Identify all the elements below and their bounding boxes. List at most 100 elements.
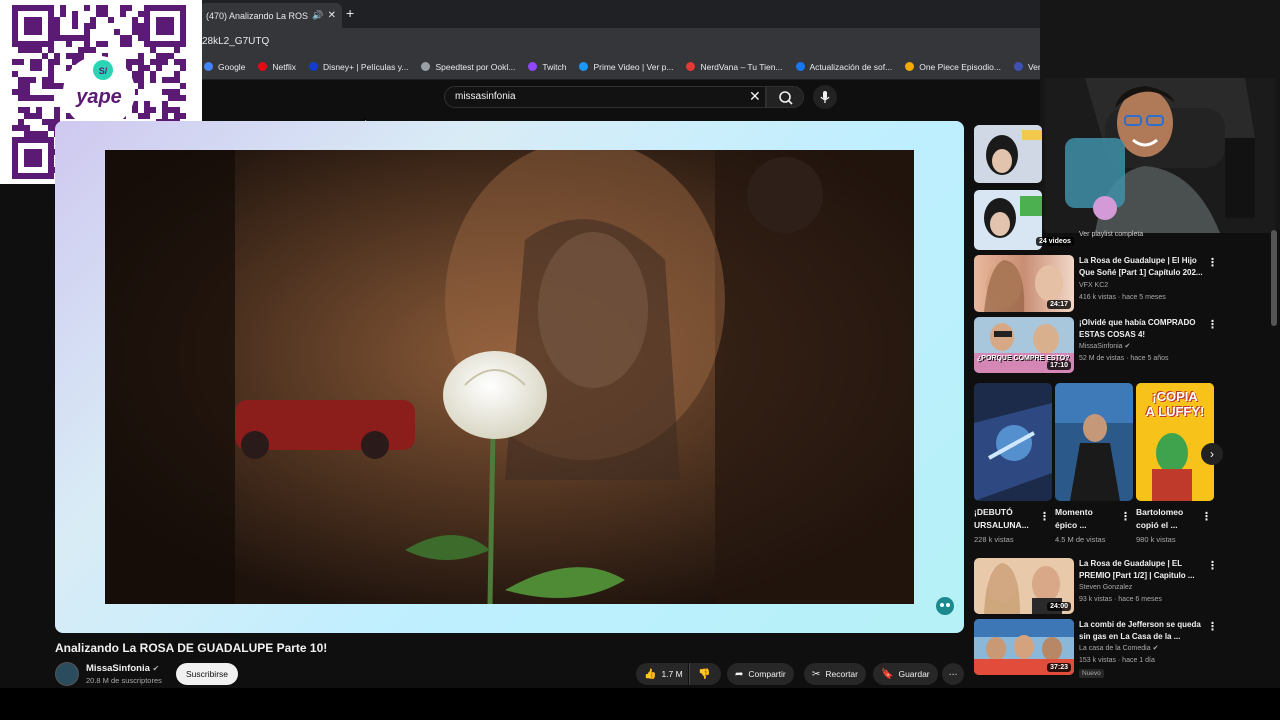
- share-label: Compartir: [748, 669, 786, 679]
- bookmark-label: Ver películas y se: [1027, 61, 1040, 72]
- shorts-next-button[interactable]: ›: [1201, 443, 1223, 465]
- bookmark-item[interactable]: NerdVana – Tu Tien...: [686, 62, 783, 72]
- short-thumbnail[interactable]: [1055, 383, 1133, 501]
- subscriber-count: 20.8 M de suscriptores: [86, 676, 162, 685]
- bookmark-favicon-icon: [795, 62, 805, 71]
- video-title-link[interactable]: La Rosa de Guadalupe | El Hijo Que Soñé […: [1079, 255, 1203, 279]
- share-icon: ➦: [735, 668, 744, 680]
- bookmark-item[interactable]: Google: [204, 62, 245, 72]
- yape-brand: yape: [75, 86, 122, 108]
- webcam-overlay: [1045, 78, 1275, 233]
- subscribe-button[interactable]: Suscribirse: [176, 663, 238, 685]
- video-frame[interactable]: [105, 150, 914, 604]
- video-thumbnail[interactable]: 37:23: [974, 619, 1074, 675]
- more-actions-button[interactable]: ⋯: [942, 663, 964, 685]
- title-line-1: Bartolomeo: [1136, 507, 1184, 517]
- bookmark-item[interactable]: Ver películas y se: [1013, 61, 1040, 72]
- channel-name[interactable]: VFX KC2: [1079, 280, 1108, 292]
- channel-name[interactable]: Steven Gonzalez: [1079, 582, 1132, 594]
- playlist-thumbnail-1[interactable]: [974, 125, 1042, 183]
- more-icon: ⋯: [948, 668, 958, 679]
- share-button[interactable]: ➦ Compartir: [727, 663, 794, 685]
- new-tab-button[interactable]: +: [346, 5, 354, 21]
- playlist-thumbnail-2[interactable]: [974, 190, 1042, 250]
- channel-name[interactable]: MissaSinfonia ✔: [86, 663, 159, 674]
- short-thumbnail[interactable]: [974, 383, 1052, 501]
- clear-search-icon[interactable]: ✕: [749, 88, 761, 105]
- overlay-line-2: A LUFFY!: [1145, 404, 1205, 419]
- channel-name[interactable]: MissaSinfonia ✔: [1079, 341, 1130, 353]
- video-thumbnail[interactable]: ¿PORQUE COMPRE ESTO? 17:10: [974, 317, 1074, 373]
- title-line-2: sin gas en La Casa de la ...: [1079, 632, 1181, 641]
- screen: (470) Analizando La ROSA DE 🔊 ✕ + 28kL2_…: [0, 0, 1280, 720]
- bookmark-favicon-icon: [421, 62, 431, 71]
- clip-label: Recortar: [825, 669, 858, 679]
- more-options-icon[interactable]: ⋮: [1201, 510, 1212, 523]
- short-title[interactable]: Momento épico ...: [1055, 506, 1121, 532]
- microphone-icon: [820, 91, 830, 103]
- sidebar-scrollbar[interactable]: [1271, 230, 1277, 326]
- video-meta: 416 k vistas · hace 5 meses: [1079, 294, 1166, 301]
- more-options-icon[interactable]: ⋮: [1039, 510, 1050, 523]
- browser-tab[interactable]: (470) Analizando La ROSA DE 🔊 ✕: [200, 3, 342, 28]
- video-player[interactable]: [55, 121, 964, 633]
- bookmark-favicon-icon: [579, 62, 589, 71]
- bookmark-item[interactable]: Prime Video | Ver p...: [579, 62, 673, 72]
- dislike-button[interactable]: 👎: [689, 663, 721, 685]
- tab-title: (470) Analizando La ROSA DE: [206, 10, 309, 21]
- title-line-2: Que Soñé [Part 1] Capítulo 202...: [1079, 268, 1203, 277]
- bookmark-item[interactable]: Speedtest por Ookl...: [421, 62, 515, 72]
- video-title: Analizando La ROSA DE GUADALUPE Parte 10…: [55, 641, 328, 655]
- bookmark-item[interactable]: Netflix: [258, 62, 296, 72]
- bookmark-item[interactable]: Disney+ | Películas y...: [309, 62, 408, 72]
- video-duration: 17:10: [1047, 361, 1071, 370]
- bookmark-favicon-icon: [204, 62, 213, 71]
- search-button[interactable]: [766, 86, 804, 108]
- bookmark-item[interactable]: One Piece Episodio...: [905, 62, 1001, 72]
- chevron-right-icon: ›: [1210, 447, 1214, 461]
- short-title[interactable]: Bartolomeo copió el ...: [1136, 506, 1202, 532]
- more-options-icon[interactable]: ⋮: [1120, 510, 1131, 523]
- bookmark-label: One Piece Episodio...: [919, 61, 1001, 72]
- clip-button[interactable]: ✂ Recortar: [804, 663, 866, 685]
- channel-name[interactable]: La casa de la Comedia ✔: [1079, 643, 1158, 655]
- channel-watermark-icon[interactable]: [935, 596, 955, 616]
- bookmark-favicon-icon: [528, 62, 538, 71]
- bookmark-label: Google: [218, 61, 246, 72]
- verified-icon: ✔: [152, 664, 160, 673]
- short-title[interactable]: ¡DEBUTÓ URSALUNA...: [974, 506, 1040, 532]
- title-line-1: La Rosa de Guadalupe | EL: [1079, 559, 1183, 568]
- title-line-2: PREMIO [Part 1/2] | Capitulo ...: [1079, 571, 1195, 580]
- new-badge: Nuevo: [1079, 669, 1104, 678]
- close-tab-icon[interactable]: ✕: [328, 10, 336, 21]
- bookmark-favicon-icon: [258, 62, 268, 71]
- bookmark-item[interactable]: Actualización de sof...: [795, 62, 892, 72]
- like-button[interactable]: 👍 1.7 M: [636, 663, 688, 685]
- video-thumbnail[interactable]: 24:17: [974, 255, 1074, 312]
- speaker-icon[interactable]: 🔊: [312, 10, 323, 21]
- video-meta: 153 k vistas · hace 1 día: [1079, 657, 1155, 664]
- short-thumbnail[interactable]: ¡COPIA A LUFFY!: [1136, 383, 1214, 501]
- save-label: Guardar: [898, 669, 930, 679]
- bookmark-item[interactable]: Twitch: [528, 62, 566, 72]
- verified-icon: ✔: [1152, 645, 1159, 652]
- title-line-2: URSALUNA...: [974, 520, 1029, 530]
- short-overlay-text: ¡COPIA A LUFFY!: [1136, 389, 1214, 419]
- thumbs-up-icon: 👍: [644, 668, 657, 680]
- video-title-link[interactable]: La Rosa de Guadalupe | EL PREMIO [Part 1/…: [1079, 558, 1195, 582]
- like-count: 1.7 M: [661, 669, 683, 679]
- channel-name-text: MissaSinfonia: [1079, 343, 1123, 350]
- channel-avatar[interactable]: [55, 662, 79, 686]
- video-meta: 52 M de vistas · hace 5 años: [1079, 355, 1169, 362]
- save-button[interactable]: 🔖 Guardar: [873, 663, 938, 685]
- more-options-icon[interactable]: ⋮: [1207, 559, 1218, 572]
- voice-search-button[interactable]: [813, 85, 837, 109]
- search-input[interactable]: missasinfonia: [444, 86, 766, 108]
- more-options-icon[interactable]: ⋮: [1207, 620, 1218, 633]
- more-options-icon[interactable]: ⋮: [1207, 318, 1218, 331]
- video-title-link[interactable]: ¡Olvidé que había COMPRADO ESTAS COSAS 4!: [1079, 317, 1195, 341]
- more-options-icon[interactable]: ⋮: [1207, 256, 1218, 269]
- video-title-link[interactable]: La combi de Jefferson se queda sin gas en…: [1079, 619, 1201, 643]
- view-full-playlist-link[interactable]: Ver playlist completa: [1079, 229, 1143, 241]
- video-thumbnail[interactable]: 24:00: [974, 558, 1074, 614]
